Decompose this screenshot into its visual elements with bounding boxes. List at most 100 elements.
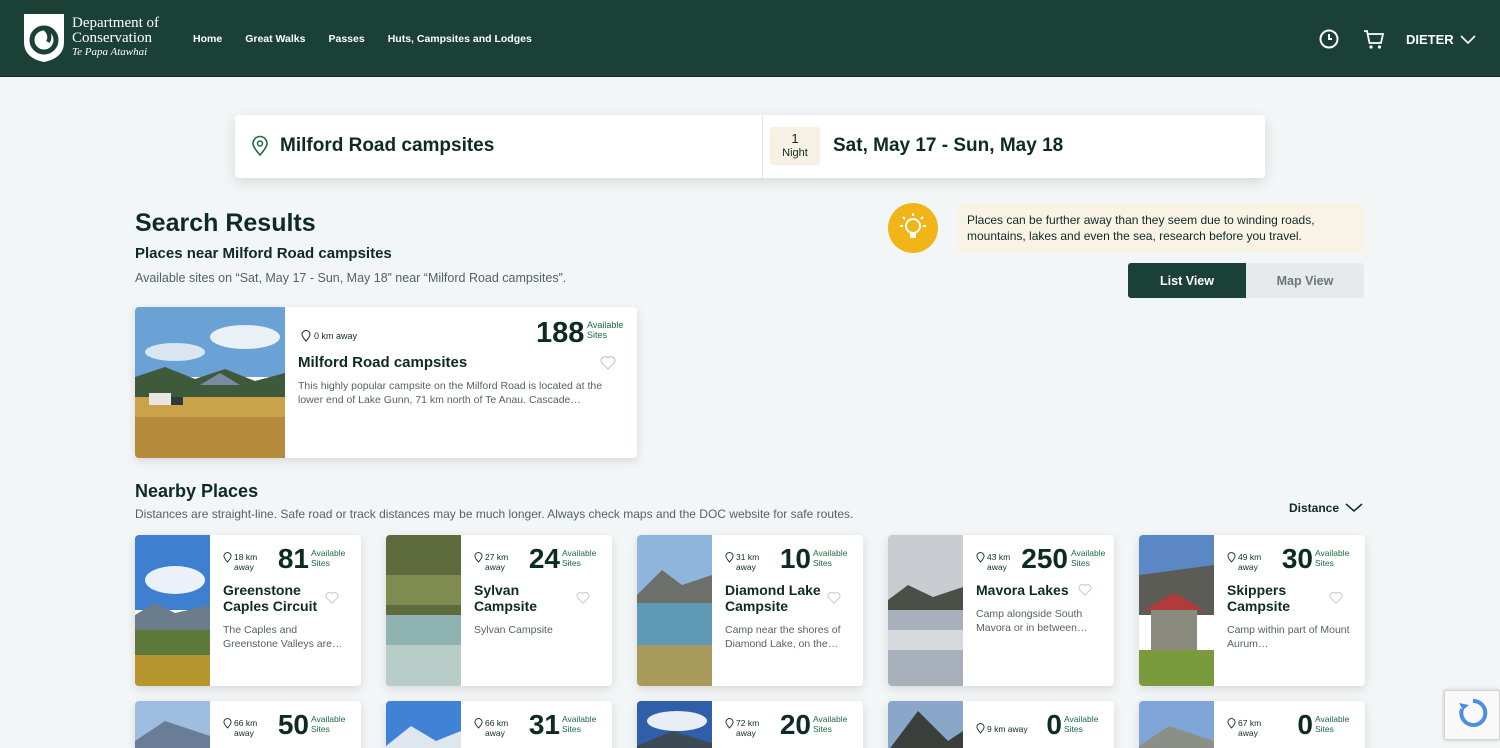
logo-line-1: Department of bbox=[72, 15, 160, 31]
place-photo bbox=[888, 535, 963, 686]
place-distance-text: 43 km away bbox=[987, 552, 1011, 572]
doc-logo-icon[interactable] bbox=[22, 12, 66, 64]
main-place-description: This highly popular campsite on the Milf… bbox=[298, 380, 603, 406]
place-available-count: 20 bbox=[779, 709, 811, 740]
location-pin-icon bbox=[1227, 552, 1236, 563]
heart-icon[interactable] bbox=[325, 591, 339, 604]
search-place[interactable]: Milford Road campsites bbox=[280, 135, 494, 157]
place-photo bbox=[637, 535, 712, 686]
user-name: DIETER bbox=[1406, 32, 1454, 47]
place-available-label: Available Sites bbox=[311, 548, 346, 568]
nights-label: Night bbox=[782, 147, 808, 159]
main-distance-text: 0 km away bbox=[314, 331, 358, 341]
heart-icon[interactable] bbox=[827, 591, 841, 604]
user-menu[interactable]: DIETER bbox=[1406, 32, 1476, 47]
location-pin-icon bbox=[725, 552, 734, 563]
place-available-count: 30 bbox=[1281, 543, 1313, 574]
place-name[interactable]: Diamond Lake Campsite bbox=[725, 582, 825, 614]
place-available-count: 10 bbox=[779, 543, 811, 574]
place-available-count: 31 bbox=[528, 709, 560, 740]
place-description: Camp alongside South Mavora or in betwee… bbox=[976, 608, 1088, 634]
campsite-photo bbox=[135, 307, 285, 458]
place-distance: 31 km away bbox=[725, 552, 764, 572]
results-subtitle: Places near Milford Road campsites bbox=[135, 245, 392, 262]
location-pin-icon bbox=[223, 718, 232, 729]
place-distance-text: 67 km away bbox=[1238, 718, 1262, 738]
place-available-label: Available Sites bbox=[813, 548, 848, 568]
place-photo bbox=[637, 701, 712, 748]
page-title: Search Results bbox=[135, 209, 316, 237]
place-card[interactable]: 67 km away 0 Available Sites bbox=[1139, 701, 1365, 748]
clock-icon[interactable] bbox=[1318, 28, 1340, 50]
main-distance: 0 km away bbox=[301, 330, 357, 342]
place-name[interactable]: Greenstone Caples Circuit bbox=[223, 582, 323, 614]
place-name[interactable]: Skippers Campsite bbox=[1227, 582, 1327, 614]
place-card[interactable]: 43 km away 250 Available Sites Mavora La… bbox=[888, 535, 1114, 686]
place-card[interactable]: 27 km away 24 Available Sites Sylvan Cam… bbox=[386, 535, 612, 686]
place-distance-text: 18 km away bbox=[234, 552, 258, 572]
place-name[interactable]: Sylvan Campsite bbox=[474, 582, 574, 614]
search-dates[interactable]: Sat, May 17 - Sun, May 18 bbox=[833, 135, 1063, 157]
place-distance-text: 72 km away bbox=[736, 718, 760, 738]
search-bar[interactable]: Milford Road campsites 1 Night Sat, May … bbox=[235, 115, 1265, 178]
place-available-count: 250 bbox=[1021, 543, 1068, 574]
place-card[interactable]: 66 km away 31 Available Sites bbox=[386, 701, 612, 748]
place-card[interactable]: 66 km away 50 Available Sites bbox=[135, 701, 361, 748]
place-card[interactable]: 18 km away 81 Available Sites Greenstone… bbox=[135, 535, 361, 686]
search-divider bbox=[762, 115, 763, 178]
main-place-name[interactable]: Milford Road campsites bbox=[298, 354, 467, 371]
nav-great-walks[interactable]: Great Walks bbox=[245, 33, 305, 45]
heart-icon[interactable] bbox=[576, 591, 590, 604]
place-card[interactable]: 72 km away 20 Available Sites bbox=[637, 701, 863, 748]
nav-home[interactable]: Home bbox=[193, 33, 222, 45]
place-distance: 66 km away bbox=[474, 718, 513, 738]
place-photo bbox=[135, 535, 210, 686]
location-pin-icon bbox=[1227, 718, 1236, 729]
logo-text[interactable]: Department of Conservation Te Papa Atawh… bbox=[72, 16, 159, 59]
place-available-count: 0 bbox=[1046, 709, 1062, 740]
recaptcha-icon bbox=[1459, 698, 1488, 727]
location-pin-icon bbox=[976, 723, 985, 734]
site-header: Department of Conservation Te Papa Atawh… bbox=[0, 0, 1500, 77]
list-view-button[interactable]: List View bbox=[1128, 263, 1246, 298]
place-description: Camp near the shores of Diamond Lake, on… bbox=[725, 624, 841, 650]
place-description: Camp within part of Mount Aurum… bbox=[1227, 624, 1350, 650]
place-distance: 18 km away bbox=[223, 552, 262, 572]
place-description: Sylvan Campsite bbox=[474, 624, 553, 636]
place-available-label: Available Sites bbox=[1315, 548, 1350, 568]
place-name[interactable]: Mavora Lakes bbox=[976, 582, 1076, 598]
cart-icon[interactable] bbox=[1363, 28, 1385, 50]
place-distance: 27 km away bbox=[474, 552, 513, 572]
location-pin-icon bbox=[474, 552, 483, 563]
place-card[interactable]: 31 km away 10 Available Sites Diamond La… bbox=[637, 535, 863, 686]
place-available-count: 81 bbox=[277, 543, 309, 574]
location-pin-icon bbox=[252, 135, 268, 157]
place-distance-text: 66 km away bbox=[234, 718, 258, 738]
place-distance: 66 km away bbox=[223, 718, 262, 738]
heart-icon[interactable] bbox=[600, 355, 616, 370]
recaptcha-badge[interactable] bbox=[1444, 690, 1500, 740]
place-available-label: Available Sites bbox=[311, 714, 346, 734]
nav-huts-campsites-lodges[interactable]: Huts, Campsites and Lodges bbox=[388, 33, 532, 45]
place-distance-text: 49 km away bbox=[1238, 552, 1262, 572]
chevron-down-icon bbox=[1345, 503, 1363, 512]
travel-tip: Places can be further away than they see… bbox=[957, 203, 1365, 253]
main-available-count: 188 bbox=[536, 317, 585, 349]
heart-icon[interactable] bbox=[1078, 583, 1092, 596]
location-pin-icon bbox=[301, 330, 311, 342]
place-description: The Caples and Greenstone Valleys are… bbox=[223, 624, 343, 650]
place-photo bbox=[386, 701, 461, 748]
place-card[interactable]: 9 km away 0 Available Sites bbox=[888, 701, 1114, 748]
place-distance: 49 km away bbox=[1227, 552, 1266, 572]
nights-count: 1 bbox=[791, 131, 799, 146]
main-nav: Home Great Walks Passes Huts, Campsites … bbox=[193, 33, 555, 45]
lightbulb-icon bbox=[888, 203, 938, 253]
map-view-button[interactable]: Map View bbox=[1246, 263, 1364, 298]
heart-icon[interactable] bbox=[1329, 591, 1343, 604]
nav-passes[interactable]: Passes bbox=[329, 33, 365, 45]
sort-label: Distance bbox=[1289, 501, 1340, 515]
sort-dropdown[interactable]: Distance bbox=[1289, 501, 1363, 515]
place-card[interactable]: 49 km away 30 Available Sites Skippers C… bbox=[1139, 535, 1365, 686]
main-result-card[interactable]: 0 km away 188 Available Sites Milford Ro… bbox=[135, 307, 637, 458]
place-available-count: 50 bbox=[277, 709, 309, 740]
